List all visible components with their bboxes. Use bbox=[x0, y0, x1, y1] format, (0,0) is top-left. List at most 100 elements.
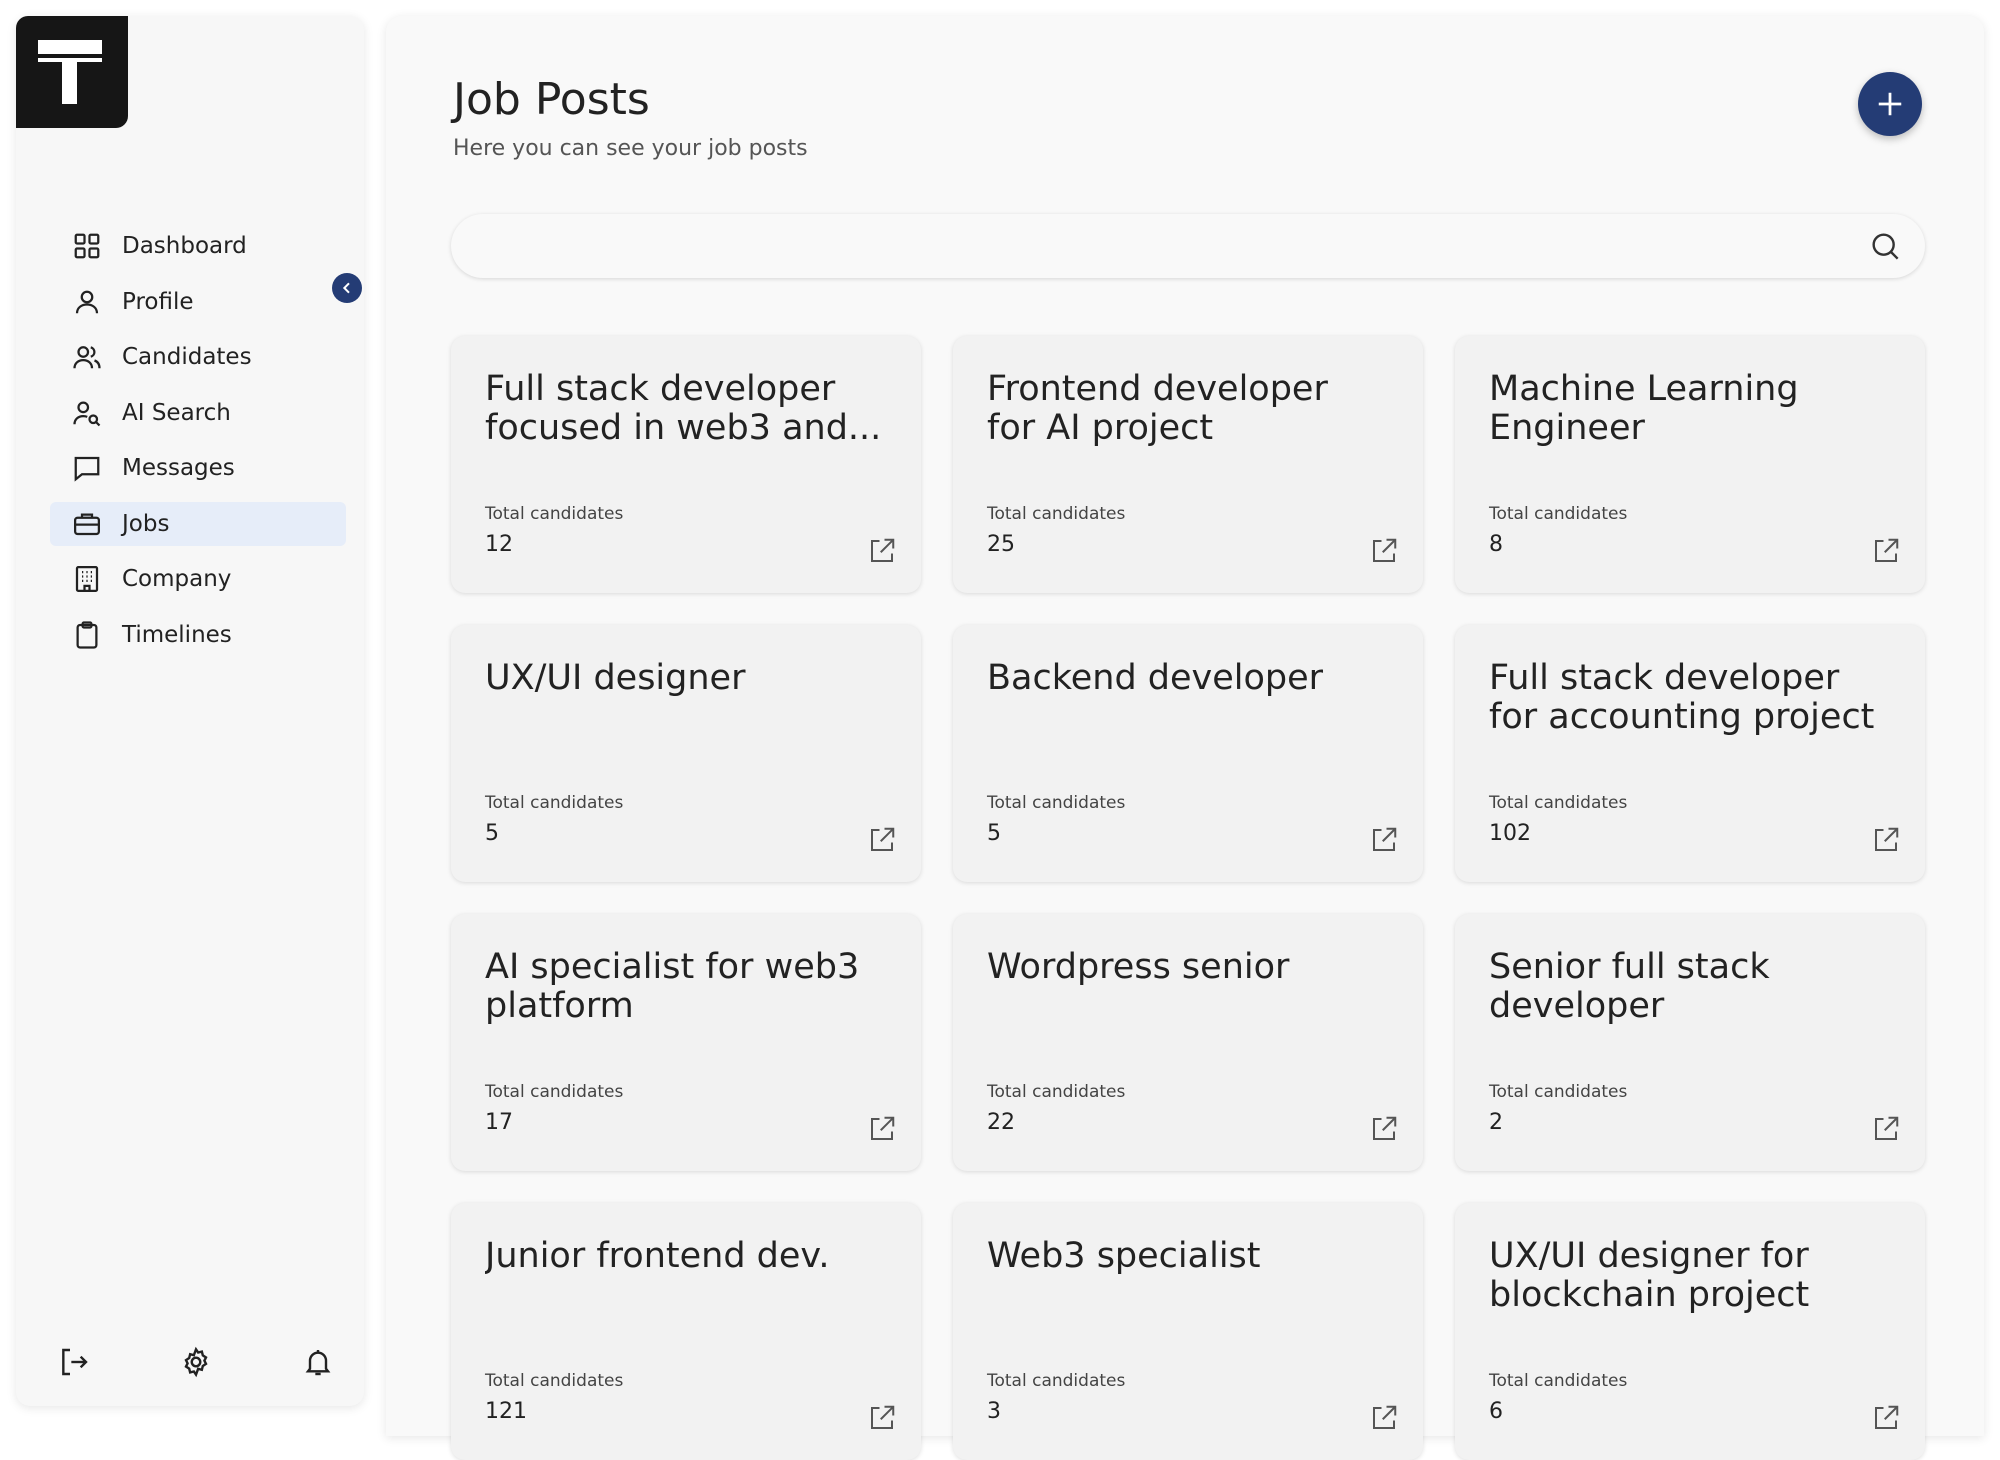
open-external-icon[interactable] bbox=[867, 1114, 897, 1144]
user-icon bbox=[75, 290, 99, 313]
total-candidates-label: Total candidates bbox=[1489, 1371, 1628, 1391]
total-candidates-label: Total candidates bbox=[1489, 1082, 1628, 1102]
total-candidates-label: Total candidates bbox=[987, 1082, 1126, 1102]
sidebar-item-label: AI Search bbox=[122, 399, 231, 426]
open-external-icon[interactable] bbox=[1871, 1403, 1901, 1433]
total-candidates-count: 12 bbox=[485, 532, 513, 557]
grid-icon bbox=[74, 233, 100, 259]
job-title: Full stack developer focused in web3 and… bbox=[485, 370, 882, 448]
building-icon bbox=[75, 566, 99, 592]
job-card[interactable]: UX/UI designer Total candidates 5 bbox=[451, 625, 921, 882]
job-title: Wordpress senior bbox=[987, 948, 1290, 987]
job-card[interactable]: UX/UI designer for blockchain project To… bbox=[1455, 1203, 1925, 1460]
job-card-grid: Full stack developer focused in web3 and… bbox=[451, 336, 1925, 1460]
job-card[interactable]: Machine Learning Engineer Total candidat… bbox=[1455, 336, 1925, 593]
total-candidates-label: Total candidates bbox=[485, 1371, 624, 1391]
page-subtitle: Here you can see your job posts bbox=[453, 136, 808, 161]
briefcase-icon bbox=[74, 513, 100, 535]
sidebar-nav: Dashboard Profile Candidates AI Search M… bbox=[50, 224, 346, 668]
page-title: Job Posts bbox=[453, 74, 650, 125]
open-external-icon[interactable] bbox=[867, 536, 897, 566]
users-icon bbox=[73, 346, 101, 369]
message-icon bbox=[74, 456, 100, 482]
sidebar-item-label: Dashboard bbox=[122, 233, 247, 259]
open-external-icon[interactable] bbox=[1369, 1114, 1399, 1144]
total-candidates-label: Total candidates bbox=[987, 793, 1126, 813]
sidebar-item-label: Messages bbox=[122, 455, 235, 481]
bell-icon[interactable] bbox=[300, 1344, 336, 1380]
sidebar-item-ai-search[interactable]: AI Search bbox=[50, 391, 346, 435]
job-title: UX/UI designer for blockchain project bbox=[1489, 1237, 1810, 1315]
settings-gear-icon[interactable] bbox=[178, 1344, 214, 1380]
chevron-left-icon bbox=[342, 282, 350, 294]
sidebar-item-timelines[interactable]: Timelines bbox=[50, 613, 346, 657]
total-candidates-label: Total candidates bbox=[485, 1082, 624, 1102]
job-card[interactable]: Full stack developer focused in web3 and… bbox=[451, 336, 921, 593]
total-candidates-count: 2 bbox=[1489, 1110, 1503, 1135]
total-candidates-count: 8 bbox=[1489, 532, 1503, 557]
job-title: AI specialist for web3 platform bbox=[485, 948, 860, 1026]
job-title: Full stack developer for accounting proj… bbox=[1489, 659, 1875, 737]
sidebar-item-company[interactable]: Company bbox=[50, 557, 346, 601]
open-external-icon[interactable] bbox=[1369, 536, 1399, 566]
search-icon[interactable] bbox=[1869, 230, 1901, 262]
total-candidates-label: Total candidates bbox=[987, 504, 1126, 524]
total-candidates-count: 102 bbox=[1489, 821, 1531, 846]
open-external-icon[interactable] bbox=[1871, 1114, 1901, 1144]
search-bar bbox=[451, 214, 1925, 278]
job-card[interactable]: AI specialist for web3 platform Total ca… bbox=[451, 914, 921, 1171]
open-external-icon[interactable] bbox=[1369, 825, 1399, 855]
job-title: UX/UI designer bbox=[485, 659, 746, 698]
open-external-icon[interactable] bbox=[867, 825, 897, 855]
sidebar-item-dashboard[interactable]: Dashboard bbox=[50, 224, 346, 268]
total-candidates-count: 25 bbox=[987, 532, 1015, 557]
job-card[interactable]: Full stack developer for accounting proj… bbox=[1455, 625, 1925, 882]
total-candidates-count: 121 bbox=[485, 1399, 527, 1424]
job-title: Junior frontend dev. bbox=[485, 1237, 830, 1276]
sidebar-item-label: Profile bbox=[122, 288, 194, 315]
collapse-sidebar-button[interactable] bbox=[332, 273, 362, 303]
sidebar-footer bbox=[56, 1344, 336, 1380]
total-candidates-count: 6 bbox=[1489, 1399, 1503, 1424]
main-content: Job Posts Here you can see your job post… bbox=[386, 16, 1984, 1460]
logout-icon[interactable] bbox=[56, 1344, 92, 1380]
job-card[interactable]: Web3 specialist Total candidates 3 bbox=[953, 1203, 1423, 1460]
total-candidates-count: 5 bbox=[485, 821, 499, 846]
job-card[interactable]: Frontend developer for AI project Total … bbox=[953, 336, 1423, 593]
open-external-icon[interactable] bbox=[1871, 536, 1901, 566]
job-title: Machine Learning Engineer bbox=[1489, 370, 1799, 448]
total-candidates-count: 17 bbox=[485, 1110, 513, 1135]
total-candidates-label: Total candidates bbox=[485, 793, 624, 813]
job-card[interactable]: Wordpress senior Total candidates 22 bbox=[953, 914, 1423, 1171]
total-candidates-count: 22 bbox=[987, 1110, 1015, 1135]
sidebar: Dashboard Profile Candidates AI Search M… bbox=[16, 16, 364, 1406]
user-search-icon bbox=[73, 401, 101, 426]
job-card[interactable]: Backend developer Total candidates 5 bbox=[953, 625, 1423, 882]
job-title: Web3 specialist bbox=[987, 1237, 1261, 1276]
job-title: Senior full stack developer bbox=[1489, 948, 1770, 1026]
sidebar-item-jobs[interactable]: Jobs bbox=[50, 501, 346, 546]
total-candidates-count: 3 bbox=[987, 1399, 1001, 1424]
search-input[interactable] bbox=[475, 214, 1835, 278]
total-candidates-label: Total candidates bbox=[987, 1371, 1126, 1391]
total-candidates-label: Total candidates bbox=[485, 504, 624, 524]
job-title: Backend developer bbox=[987, 659, 1324, 698]
job-card[interactable]: Senior full stack developer Total candid… bbox=[1455, 914, 1925, 1171]
open-external-icon[interactable] bbox=[1369, 1403, 1399, 1433]
job-card[interactable]: Junior frontend dev. Total candidates 12… bbox=[451, 1203, 921, 1460]
sidebar-item-label: Timelines bbox=[122, 621, 232, 648]
total-candidates-label: Total candidates bbox=[1489, 504, 1628, 524]
sidebar-item-label: Jobs bbox=[122, 510, 170, 537]
open-external-icon[interactable] bbox=[1871, 825, 1901, 855]
total-candidates-label: Total candidates bbox=[1489, 793, 1628, 813]
sidebar-item-candidates[interactable]: Candidates bbox=[50, 335, 346, 379]
app-logo[interactable] bbox=[16, 16, 128, 128]
sidebar-item-label: Company bbox=[122, 566, 232, 592]
add-job-button[interactable] bbox=[1858, 72, 1922, 136]
sidebar-item-profile[interactable]: Profile bbox=[50, 280, 346, 324]
total-candidates-count: 5 bbox=[987, 821, 1001, 846]
sidebar-item-messages[interactable]: Messages bbox=[50, 446, 346, 490]
clipboard-icon bbox=[76, 620, 98, 649]
plus-icon bbox=[1878, 92, 1902, 116]
open-external-icon[interactable] bbox=[867, 1403, 897, 1433]
